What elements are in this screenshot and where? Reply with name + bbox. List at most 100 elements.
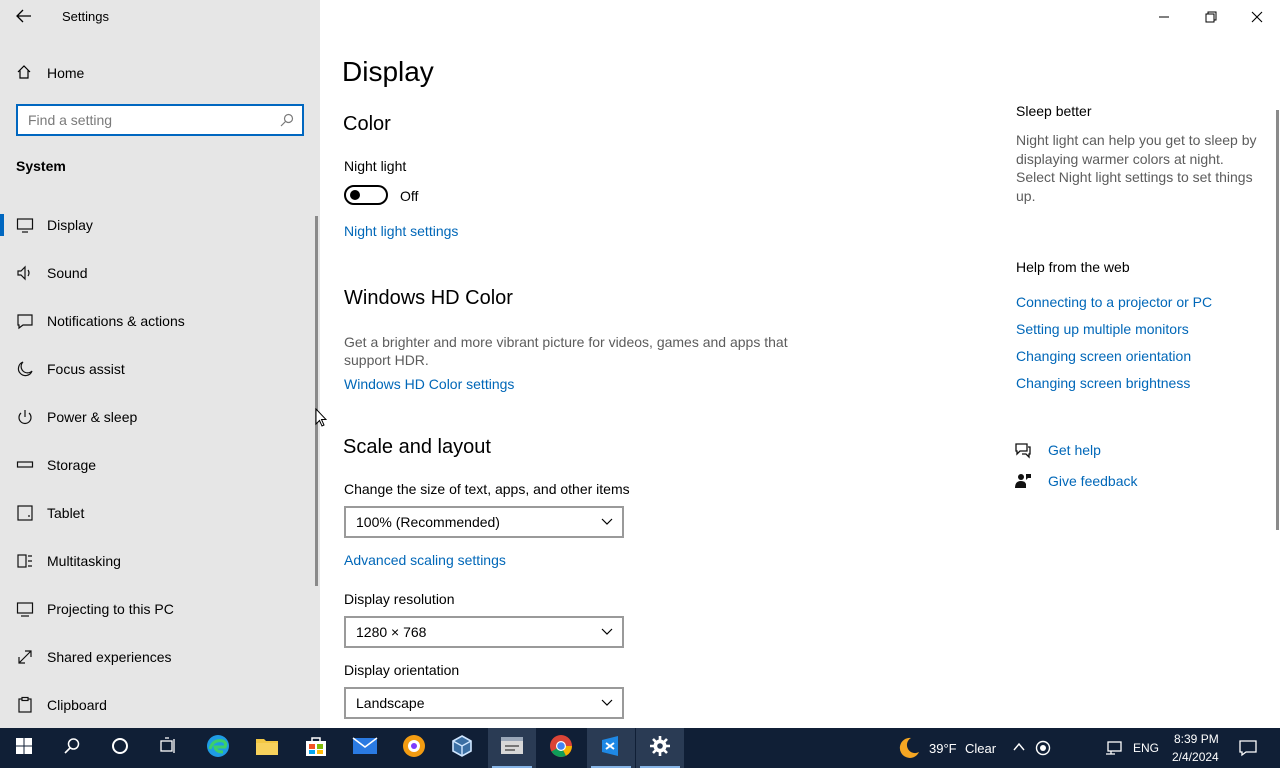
sidebar-item-clipboard[interactable]: Clipboard (0, 683, 316, 727)
sidebar-item-notifications[interactable]: Notifications & actions (0, 299, 316, 343)
start-button[interactable] (0, 728, 48, 768)
taskbar-settings[interactable] (636, 728, 684, 768)
home-label: Home (47, 65, 85, 81)
task-view-button[interactable] (144, 728, 192, 768)
windows-logo-icon (15, 737, 33, 760)
action-center-icon[interactable] (1238, 739, 1258, 757)
weather-condition[interactable]: Clear (965, 741, 996, 756)
clock-date[interactable]: 2/4/2024 (1172, 750, 1219, 764)
clipboard-icon (16, 696, 34, 714)
help-link-orientation[interactable]: Changing screen orientation (1016, 348, 1191, 364)
record-icon[interactable] (1035, 740, 1051, 756)
sidebar-item-label: Focus assist (47, 361, 125, 377)
sleep-better-text: Night light can help you get to sleep by… (1016, 132, 1257, 204)
taskbar-file-explorer[interactable] (243, 728, 291, 768)
get-help-link[interactable]: Get help (1048, 442, 1101, 458)
taskbar-mail[interactable] (341, 728, 389, 768)
power-icon (16, 408, 34, 426)
sidebar-item-power-sleep[interactable]: Power & sleep (0, 395, 316, 439)
minimize-icon[interactable] (1140, 2, 1188, 32)
sidebar-item-label: Projecting to this PC (47, 601, 174, 617)
search-placeholder: Find a setting (28, 112, 113, 128)
taskbar-app-running[interactable] (488, 728, 536, 768)
sidebar-item-focus-assist[interactable]: Focus assist (0, 347, 316, 391)
mail-icon (352, 736, 378, 761)
color-heading: Color (343, 113, 391, 135)
search-icon[interactable] (280, 113, 294, 127)
taskbar-visual-studio[interactable] (587, 728, 635, 768)
projecting-icon (16, 600, 34, 618)
app-title: Settings (62, 9, 109, 24)
sidebar-item-sound[interactable]: Sound (0, 251, 316, 295)
help-link-brightness[interactable]: Changing screen brightness (1016, 375, 1190, 391)
gear-icon (649, 735, 671, 762)
sidebar-item-shared-experiences[interactable]: Shared experiences (0, 635, 316, 679)
taskbar-brave[interactable] (390, 728, 438, 768)
help-link-multiple-monitors[interactable]: Setting up multiple monitors (1016, 321, 1189, 337)
hd-color-heading: Windows HD Color (344, 287, 513, 309)
hd-color-description: Get a brighter and more vibrant picture … (344, 334, 788, 368)
language-indicator[interactable]: ENG (1133, 741, 1159, 755)
shared-icon (16, 648, 34, 666)
chevron-down-icon (600, 514, 614, 528)
sidebar-item-storage[interactable]: Storage (0, 443, 316, 487)
search-input[interactable]: Find a setting (16, 104, 304, 136)
chevron-up-icon[interactable] (1012, 740, 1026, 754)
cortana-button[interactable] (96, 728, 144, 768)
orientation-dropdown[interactable]: Landscape (344, 687, 624, 719)
taskbar-search-button[interactable] (48, 728, 96, 768)
sidebar-item-label: Tablet (47, 505, 85, 521)
chrome-icon (549, 734, 573, 763)
sidebar-item-label: Shared experiences (47, 649, 172, 665)
resolution-dropdown[interactable]: 1280 × 768 (344, 616, 624, 648)
moon-weather-icon[interactable] (897, 736, 921, 760)
sidebar-item-label: Display (47, 217, 93, 233)
app-window-icon (499, 734, 525, 763)
home-nav-item[interactable]: Home (0, 56, 320, 90)
clock-time[interactable]: 8:39 PM (1174, 732, 1219, 746)
help-link-projector[interactable]: Connecting to a projector or PC (1016, 294, 1212, 310)
dropdown-value: 100% (Recommended) (356, 514, 500, 530)
weather-temperature[interactable]: 39°F (929, 741, 957, 756)
night-light-settings-link[interactable]: Night light settings (344, 223, 458, 239)
speaker-icon (16, 264, 34, 282)
hd-color-settings-link[interactable]: Windows HD Color settings (344, 376, 514, 392)
sidebar-item-label: Clipboard (47, 697, 107, 713)
resolution-label: Display resolution (344, 591, 455, 607)
scale-dropdown[interactable]: 100% (Recommended) (344, 506, 624, 538)
monitor-icon (16, 216, 34, 234)
night-light-label: Night light (344, 158, 407, 174)
dropdown-value: 1280 × 768 (356, 624, 427, 640)
tablet-icon (16, 504, 34, 522)
taskbar-store[interactable] (292, 728, 340, 768)
sidebar-item-projecting[interactable]: Projecting to this PC (0, 587, 316, 631)
notification-icon (16, 312, 34, 330)
visual-studio-icon (599, 734, 623, 763)
back-arrow-icon[interactable] (10, 4, 38, 28)
get-help-icon (1014, 441, 1032, 459)
size-label: Change the size of text, apps, and other… (344, 481, 630, 497)
give-feedback-link[interactable]: Give feedback (1048, 473, 1138, 489)
night-light-toggle[interactable] (344, 185, 388, 205)
help-heading: Help from the web (1016, 259, 1130, 275)
sidebar-item-multitasking[interactable]: Multitasking (0, 539, 316, 583)
advanced-scaling-link[interactable]: Advanced scaling settings (344, 552, 506, 568)
taskbar-chrome[interactable] (537, 728, 585, 768)
restore-icon[interactable] (1188, 2, 1234, 32)
sidebar-scrollbar[interactable] (315, 216, 318, 586)
close-icon[interactable] (1234, 2, 1280, 32)
cortana-circle-icon (111, 737, 129, 760)
taskbar-edge[interactable] (194, 728, 242, 768)
brave-browser-icon (402, 734, 426, 763)
mouse-cursor-icon (315, 407, 328, 428)
store-bag-icon (304, 734, 328, 763)
edge-browser-icon (205, 733, 231, 764)
network-icon[interactable] (1105, 740, 1123, 756)
moon-icon (16, 360, 34, 378)
sidebar-item-tablet[interactable]: Tablet (0, 491, 316, 535)
cube-icon (450, 734, 474, 763)
sidebar-item-label: Power & sleep (47, 409, 138, 425)
main-scrollbar[interactable] (1276, 110, 1279, 530)
taskbar-cube-app[interactable] (438, 728, 486, 768)
sidebar-item-display[interactable]: Display (0, 203, 316, 247)
